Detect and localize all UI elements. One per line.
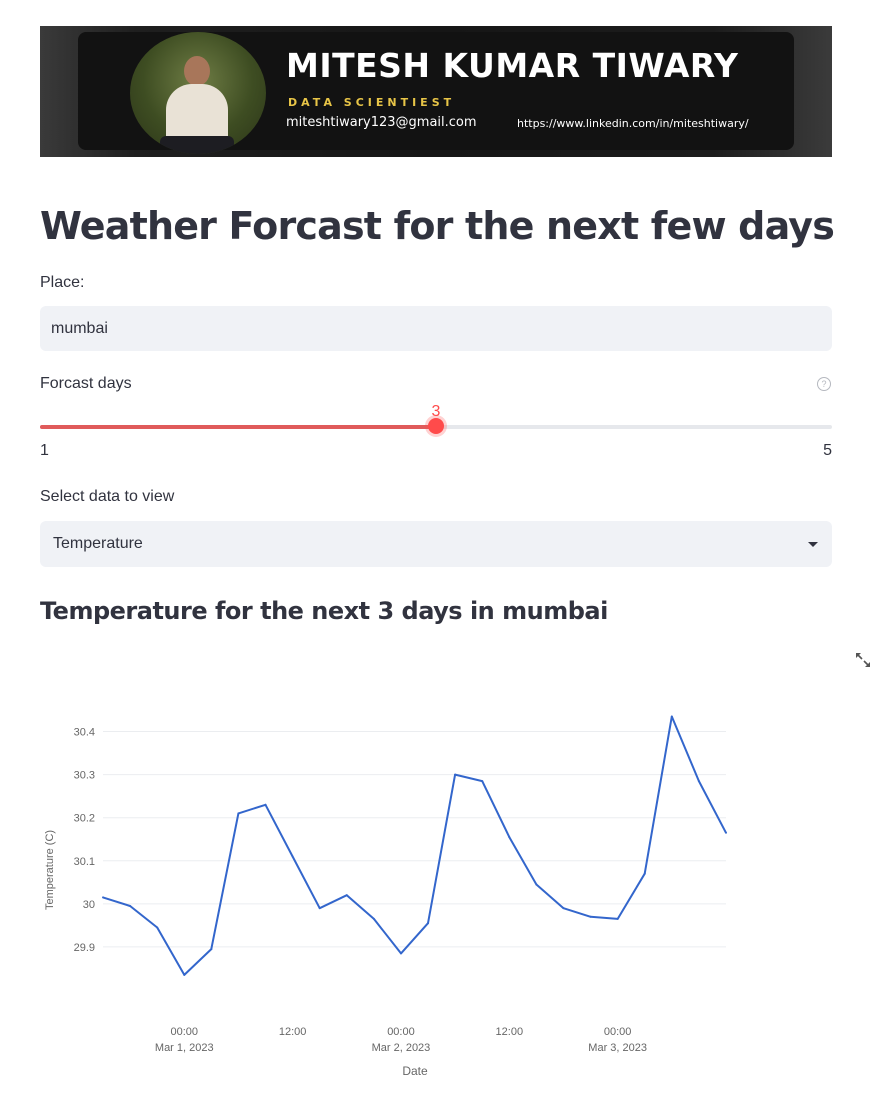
slider-max: 5 xyxy=(823,442,832,459)
data-point xyxy=(454,773,457,776)
data-point xyxy=(372,917,375,920)
slider-thumb[interactable] xyxy=(428,418,444,434)
forecast-days-label: Forcast days xyxy=(40,375,132,392)
data-point xyxy=(670,715,673,718)
data-point xyxy=(399,952,402,955)
data-point xyxy=(129,905,132,907)
x-axis-label: Date xyxy=(402,1064,428,1078)
temperature-chart: 29.9 30 30.1 30.2 30.3 30.4 00:00 Mar 1, 2023 1… xyxy=(44,715,727,1078)
place-label: Place: xyxy=(40,274,85,291)
banner-role: DATA SCIENTIEST xyxy=(288,96,456,109)
data-point xyxy=(589,915,592,918)
data-point xyxy=(291,855,294,858)
data-point xyxy=(156,926,159,929)
slider-fill xyxy=(40,425,436,429)
data-select-value: Temperature xyxy=(53,535,143,552)
y-tick-label: 30.4 xyxy=(74,727,95,739)
x-tick-date-label: Mar 1, 2023 xyxy=(155,1042,214,1054)
x-tick-label: 00:00 xyxy=(387,1026,415,1038)
header-banner: MITESH KUMAR TIWARY DATA SCIENTIEST mite… xyxy=(40,26,832,157)
y-tick-label: 29.9 xyxy=(74,942,95,954)
chart-subheader: Temperature for the next 3 days in mumba… xyxy=(40,597,608,625)
y-axis-ticks: 29.9 30 30.1 30.2 30.3 30.4 xyxy=(74,727,95,954)
data-point xyxy=(535,883,538,886)
y-axis-label: Temperature (C) xyxy=(44,830,56,910)
select-data-label: Select data to view xyxy=(40,488,175,505)
data-point xyxy=(562,907,565,910)
place-input[interactable] xyxy=(40,306,832,351)
fullscreen-expand-icon[interactable] xyxy=(854,651,872,669)
x-tick-label: 00:00 xyxy=(170,1026,198,1038)
banner-name: MITESH KUMAR TIWARY xyxy=(286,46,739,85)
y-tick-label: 30.1 xyxy=(74,856,95,868)
x-tick-label: 12:00 xyxy=(496,1026,524,1038)
data-point xyxy=(427,922,430,925)
chevron-down-icon xyxy=(808,542,818,547)
chart-grid xyxy=(103,731,726,948)
page-title: Weather Forcast for the next few days xyxy=(40,204,835,248)
data-point xyxy=(102,896,104,899)
data-point xyxy=(616,917,619,920)
y-tick-label: 30 xyxy=(83,899,95,911)
y-tick-label: 30.3 xyxy=(74,770,95,782)
banner-email: miteshtiwary123@gmail.com xyxy=(286,115,477,130)
photo-legs xyxy=(160,136,234,154)
data-point xyxy=(183,973,186,976)
data-point xyxy=(210,948,213,951)
temperature-series-line xyxy=(102,715,727,976)
x-axis-ticks: 00:00 Mar 1, 2023 12:00 00:00 Mar 2, 2023 12:… xyxy=(155,1026,647,1054)
profile-photo xyxy=(130,32,266,154)
photo-body xyxy=(166,84,228,142)
x-tick-label: 12:00 xyxy=(279,1026,307,1038)
data-point xyxy=(345,894,348,897)
y-tick-label: 30.2 xyxy=(74,813,95,825)
data-select[interactable]: Temperature xyxy=(40,521,832,567)
data-point xyxy=(508,836,511,839)
slider-min: 1 xyxy=(40,442,49,459)
data-point xyxy=(481,780,484,783)
x-tick-date-label: Mar 3, 2023 xyxy=(588,1042,647,1054)
x-tick-label: 00:00 xyxy=(604,1026,632,1038)
data-point xyxy=(318,907,321,910)
banner-linkedin: https://www.linkedin.com/in/miteshtiwary… xyxy=(517,117,749,130)
data-point xyxy=(643,872,646,875)
data-point xyxy=(697,780,700,783)
data-point xyxy=(237,812,240,815)
photo-head xyxy=(184,56,210,86)
question-circle-icon[interactable]: ? xyxy=(817,377,831,391)
forecast-days-slider[interactable] xyxy=(40,418,832,434)
data-point xyxy=(725,831,727,834)
data-point xyxy=(264,803,267,806)
x-tick-date-label: Mar 2, 2023 xyxy=(372,1042,431,1054)
